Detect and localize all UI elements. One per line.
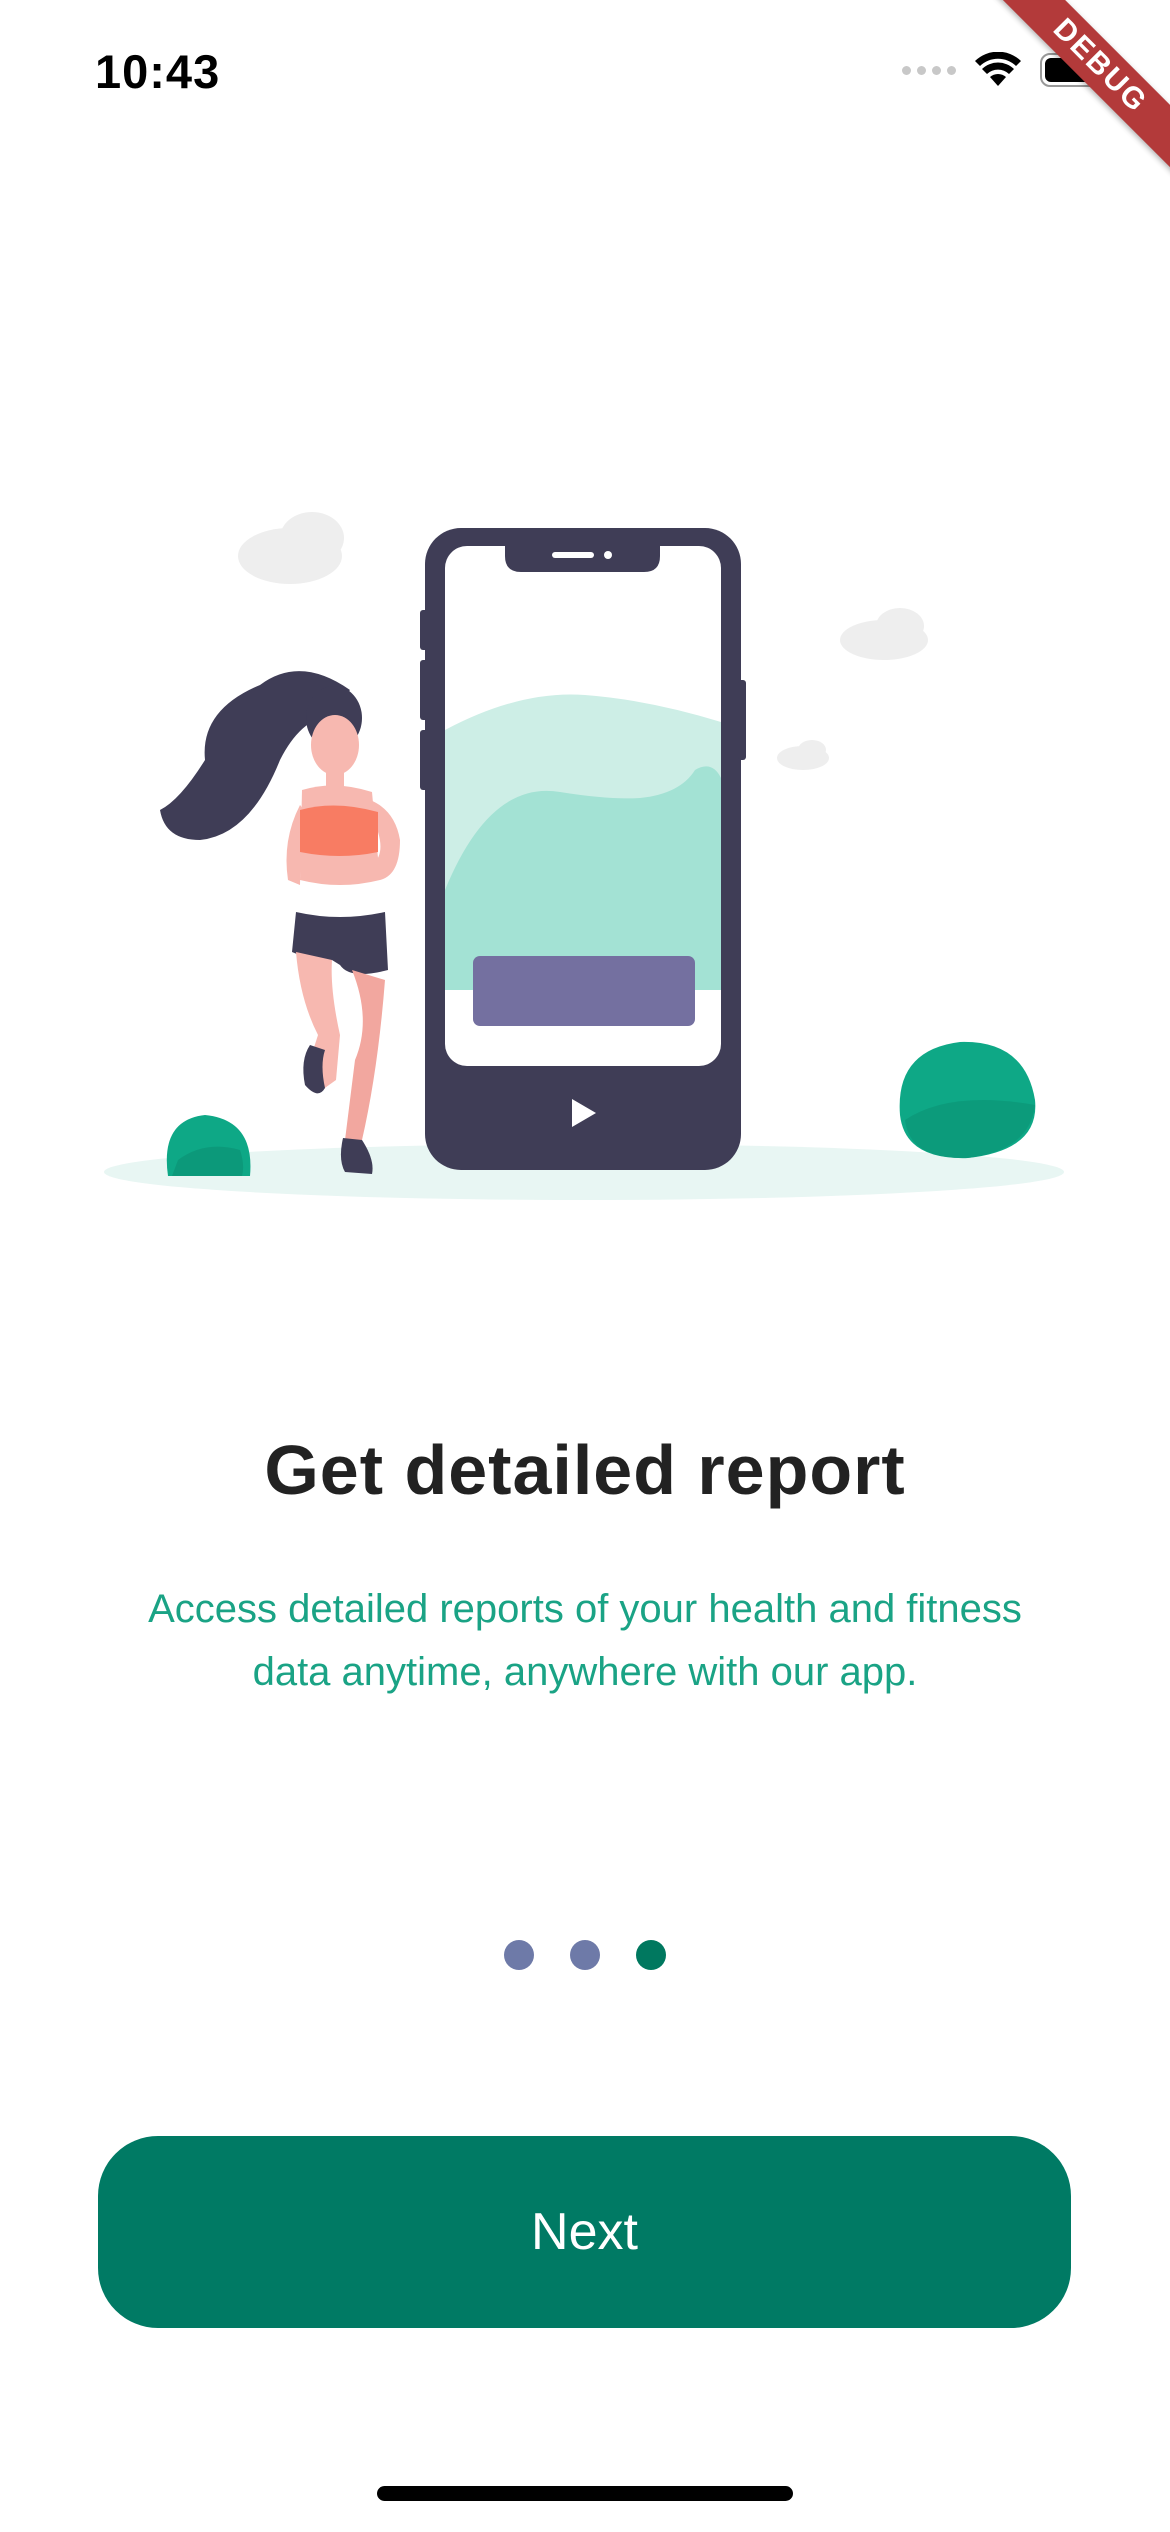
runner-with-phone-illustration	[104, 512, 1064, 1200]
onboarding-screen: 10:43 DEBUG Get detailed report Access d…	[0, 0, 1170, 2532]
page-indicator-dot	[504, 1940, 534, 1970]
home-indicator[interactable]	[377, 2486, 793, 2501]
onboarding-title: Get detailed report	[264, 1431, 906, 1509]
debug-banner: DEBUG	[985, 0, 1170, 181]
onboarding-description: Access detailed reports of your health a…	[148, 1587, 1022, 1694]
page-indicator	[0, 1940, 1170, 1970]
page-indicator-dot-active	[636, 1940, 666, 1970]
wifi-icon	[975, 52, 1021, 86]
page-indicator-dot	[570, 1940, 600, 1970]
signal-dots-icon	[902, 65, 956, 75]
next-button[interactable]: Next	[98, 2136, 1071, 2328]
status-time: 10:43	[95, 45, 221, 98]
